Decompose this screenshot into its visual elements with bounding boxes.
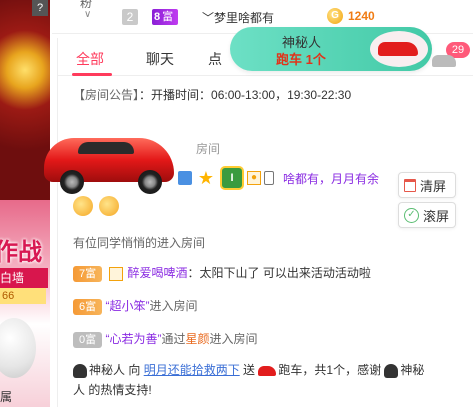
gift-sender-name: 神秘人 [89, 363, 126, 377]
entry-message: 房间 [196, 142, 221, 156]
gift-send-word: 送 [239, 363, 259, 377]
user-icon: ● [247, 171, 261, 185]
sports-car-gift-animation [40, 124, 178, 196]
star-icon: ★ [197, 168, 215, 188]
tab-chat[interactable]: 聊天 [146, 49, 174, 69]
announcement-text: ：开播时间：06:00-13:00，19:30-22:30 [139, 88, 352, 102]
wealth-level-badge: 8 富 [152, 9, 179, 25]
mystery-person-icon [384, 363, 399, 378]
wealth-level-label: 富 [162, 11, 174, 23]
hand-emoji-icon [73, 196, 93, 216]
gift-sender-name-2: 神秘 [400, 363, 425, 377]
wealth-level-badge: 0富 [73, 331, 103, 348]
mystery-person-icon [73, 363, 87, 378]
entry-source: 星颜 [185, 332, 210, 346]
user-badges: ★ I ● [178, 166, 274, 190]
clear-screen-label: 清屏 [420, 178, 447, 194]
gift-name: 跑车 [278, 363, 303, 377]
scroll-lock-button[interactable]: ✓ 滚屏 [398, 202, 456, 228]
battle-title: 作战 [0, 239, 42, 266]
clear-screen-button[interactable]: 清屏 [398, 172, 456, 198]
bottom-label: 属 [0, 390, 13, 404]
entry-message: 0富 “心若为善”通过星颜进入房间 [73, 330, 258, 348]
rank-username[interactable]: ﹀梦里啥都有 [202, 9, 274, 26]
entry-message: 6富 “超小笨”进入房间 [73, 297, 197, 315]
room-announcement: 【房间公告】：开播时间：06:00-13:00，19:30-22:30 [73, 86, 351, 103]
check-circle-icon: ✓ [404, 207, 419, 223]
wealth-level-number: 8 [154, 11, 161, 23]
gift-notification-banner[interactable]: 神秘人 跑车 1个 [230, 27, 432, 71]
chat-message: 7富 醉爱喝啤酒：太阳下山了 可以出来活动活动啦 [73, 264, 371, 282]
entry-username[interactable]: “超小笨” [105, 299, 149, 313]
guard-shield-icon: I [220, 166, 244, 190]
gift-receiver-link[interactable]: 明月还能拾救两下 [144, 363, 240, 377]
blue-badge-icon [178, 171, 192, 185]
phone-icon [264, 171, 274, 185]
coin-icon: G [327, 8, 343, 24]
chevron-down-icon[interactable]: ∨ [84, 9, 91, 20]
wealth-level-badge: 6富 [73, 298, 103, 315]
sports-car-icon [258, 365, 277, 376]
trash-icon [404, 178, 416, 192]
coin-amount: 1240 [348, 9, 375, 23]
gift-thanks-tail: 人 的热情支持! [73, 383, 152, 397]
tab-all[interactable]: 全部 [76, 49, 104, 69]
wealth-level-badge: 7富 [73, 265, 103, 282]
chat-username[interactable]: 醉爱喝啤酒 [127, 266, 187, 280]
gift-count: ，共1个，感谢 [302, 363, 385, 377]
car-icon [432, 55, 456, 67]
anonymous-entry-message: 有位同学悄悄的进入房间 [73, 236, 206, 250]
white-wall-label: 白墙 [0, 268, 48, 288]
chat-text: ：太阳下山了 可以出来活动活动啦 [187, 266, 371, 280]
emoji-row [73, 196, 119, 216]
gift-message: 神秘人 向 明月还能拾救两下 送 跑车，共1个，感谢 神秘人 的热情支持! [73, 360, 448, 400]
tab-more[interactable]: 点 [208, 49, 222, 69]
help-icon[interactable]: ? [32, 0, 48, 16]
hand-emoji-icon [99, 196, 119, 216]
active-tab-indicator [72, 73, 112, 76]
entry-via: 通过 [161, 332, 186, 346]
entry-username[interactable]: “心若为善” [105, 332, 161, 346]
entry-text: 进入房间 [149, 299, 198, 313]
gift-item: 跑车 1个 [276, 52, 326, 67]
gift-to-word: 向 [125, 363, 144, 377]
sports-car-icon [370, 31, 428, 67]
stream-video-strip: ? 作战 白墙 66 属 [0, 0, 50, 407]
scroll-lock-label: 滚屏 [423, 208, 450, 224]
announcement-tag: 【房间公告】 [73, 88, 140, 102]
entry-text: 进入房间 [209, 332, 258, 346]
white-wall-count: 66 [0, 288, 46, 304]
chat-username[interactable]: 啥都有，月月有余 [283, 170, 379, 187]
user-icon [109, 266, 124, 281]
rank-number: 2 [122, 9, 138, 25]
